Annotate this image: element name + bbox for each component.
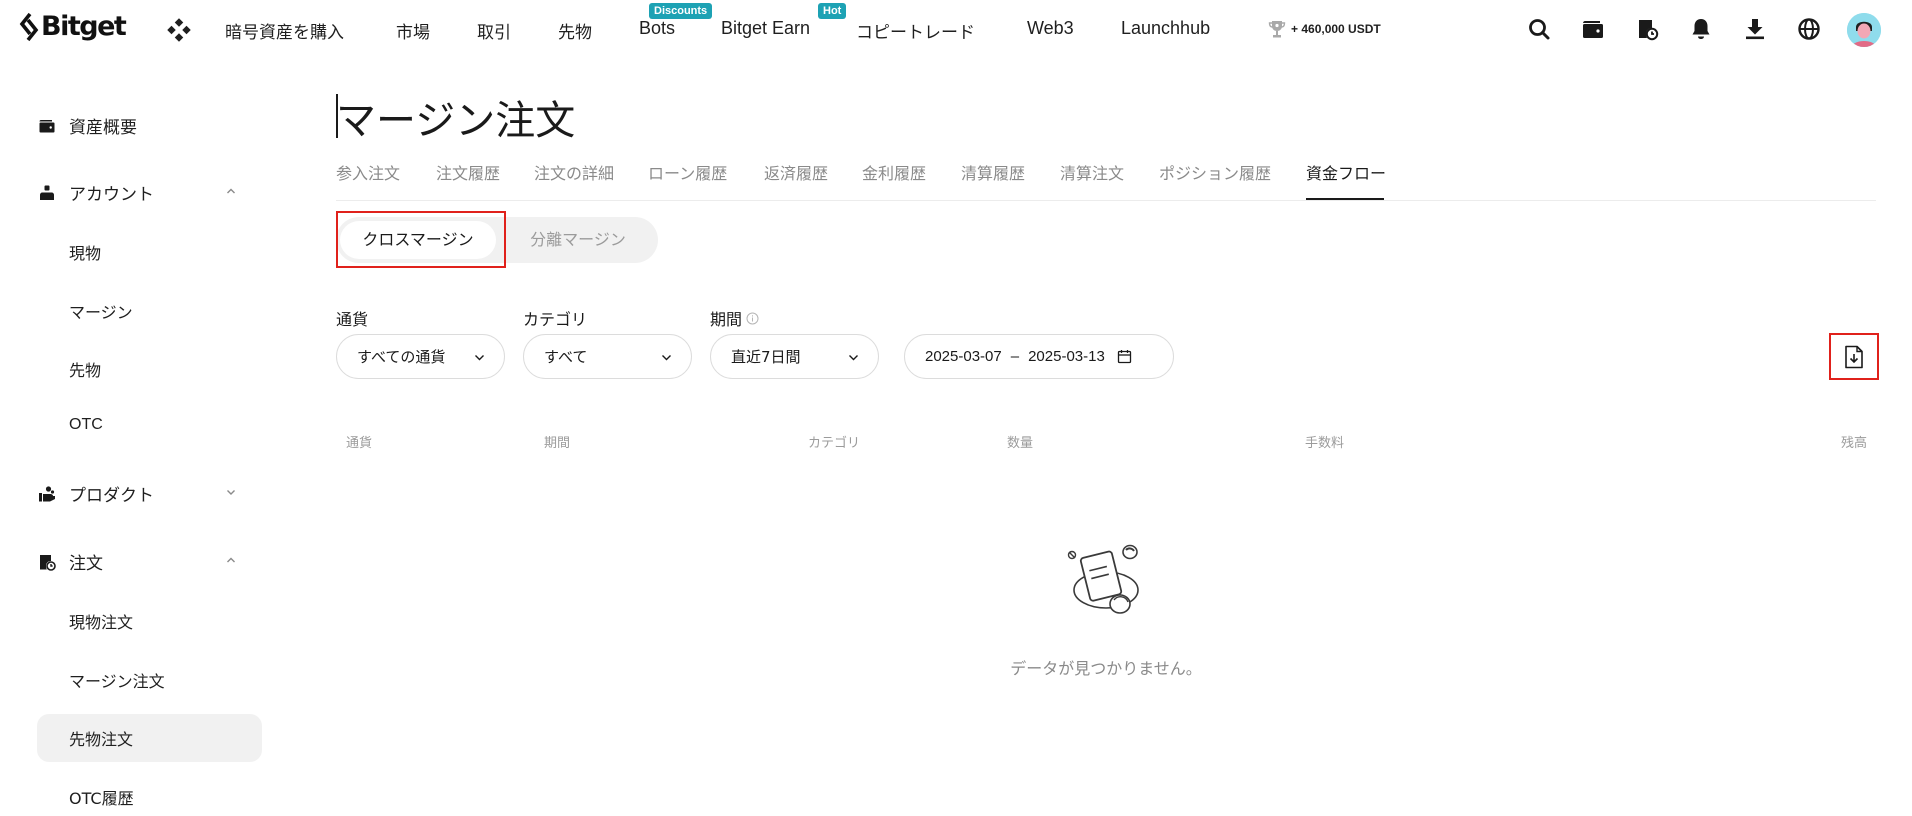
user-icon	[37, 183, 57, 203]
sidebar-item-otc-history[interactable]: OTC履歴	[69, 785, 134, 809]
search-icon[interactable]	[1526, 16, 1552, 42]
tab-liquidation-orders[interactable]: 清算注文	[1060, 160, 1124, 184]
sidebar-item-account[interactable]: アカウント	[37, 180, 154, 205]
category-select[interactable]: すべて	[523, 334, 692, 379]
chevron-down-icon[interactable]	[224, 485, 238, 499]
logo-text: Bitget	[41, 11, 127, 42]
nav-web3[interactable]: Web3	[1027, 18, 1074, 39]
sidebar-item-orders[interactable]: 注文	[37, 549, 103, 574]
chevron-up-icon[interactable]	[224, 553, 238, 567]
bitget-logo[interactable]: Bitget	[18, 11, 127, 42]
tab-liquidation-history[interactable]: 清算履歴	[961, 160, 1025, 184]
bitget-logo-icon	[19, 12, 39, 41]
date-start: 2025-03-07	[925, 348, 1002, 365]
sidebar-item-otc[interactable]: OTC	[69, 416, 103, 434]
margin-mode-switch: クロスマージン 分離マージン	[336, 217, 658, 263]
promo-banner[interactable]: + 460,000 USDT	[1268, 19, 1381, 39]
sidebar-item-label: 資産概要	[69, 118, 137, 138]
column-header-period: 期間	[544, 436, 571, 451]
sidebar-item-spot-orders[interactable]: 現物注文	[69, 609, 133, 633]
top-navbar: Bitget 暗号資産を購入 市場 取引 先物 Bots Discounts B…	[0, 0, 1912, 60]
tabs-divider	[336, 200, 1876, 201]
category-select-value: すべて	[544, 348, 588, 366]
date-end: 2025-03-13	[1028, 348, 1105, 365]
category-filter-label: カテゴリ	[523, 310, 588, 329]
info-icon[interactable]	[746, 312, 759, 325]
chevron-down-icon	[662, 355, 671, 361]
nav-copy-trade[interactable]: コピートレード	[856, 18, 975, 43]
download-icon[interactable]	[1742, 16, 1768, 42]
trophy-icon	[1268, 21, 1286, 38]
currency-filter-label: 通貨	[336, 310, 369, 329]
nav-bots-label: Bots	[639, 18, 676, 38]
column-header-fee: 手数料	[1305, 436, 1345, 451]
empty-state-text: データが見つかりません。	[1010, 659, 1202, 678]
sidebar-item-margin[interactable]: マージン	[69, 299, 133, 323]
period-select[interactable]: 直近7日間	[710, 334, 879, 379]
sidebar-item-label: アカウント	[69, 185, 154, 205]
chevron-down-icon	[475, 355, 484, 361]
column-header-balance: 残高	[1841, 436, 1868, 451]
column-header-currency: 通貨	[346, 436, 373, 451]
file-download-icon	[1845, 345, 1863, 368]
discounts-badge: Discounts	[649, 3, 713, 19]
promo-text: + 460,000 USDT	[1291, 22, 1381, 36]
tab-open-orders[interactable]: 参入注文	[336, 160, 400, 184]
currency-select-value: すべての通貨	[357, 348, 446, 366]
period-filter-label: 期間	[710, 306, 759, 330]
calendar-icon	[1117, 350, 1131, 364]
nav-bitget-earn[interactable]: Bitget Earn Hot	[721, 3, 847, 39]
sidebar-item-label: 注文	[69, 554, 103, 574]
column-header-category: カテゴリ	[808, 436, 861, 451]
nav-launchhub[interactable]: Launchhub	[1121, 18, 1210, 39]
period-label-text: 期間	[710, 310, 743, 329]
sidebar-item-futures-orders[interactable]: 先物注文	[69, 726, 133, 750]
sidebar-item-margin-orders[interactable]: マージン注文	[69, 668, 165, 692]
user-avatar-icon	[1847, 13, 1881, 47]
nav-buy-crypto[interactable]: 暗号資産を購入	[225, 18, 344, 43]
wallet-icon[interactable]	[1580, 16, 1606, 42]
sidebar-item-assets-overview[interactable]: 資産概要	[37, 113, 137, 138]
nav-bots[interactable]: Bots Discounts	[639, 3, 713, 39]
tab-repay-history[interactable]: 返済履歴	[764, 160, 828, 184]
date-range-picker[interactable]: 2025-03-07 – 2025-03-13	[904, 334, 1174, 379]
nav-markets[interactable]: 市場	[396, 18, 430, 43]
nav-futures[interactable]: 先物	[558, 18, 592, 43]
empty-state-icon	[1067, 544, 1139, 614]
tab-order-history[interactable]: 注文履歴	[436, 160, 500, 184]
cross-margin-button[interactable]: クロスマージン	[340, 221, 496, 259]
nav-trade[interactable]: 取引	[477, 18, 511, 43]
bell-icon[interactable]	[1688, 16, 1714, 42]
column-header-amount: 数量	[1007, 436, 1034, 451]
sidebar-item-label: プロダクト	[69, 486, 154, 506]
tab-loan-history[interactable]: ローン履歴	[648, 160, 727, 184]
hot-badge: Hot	[818, 3, 847, 19]
sidebar-item-products[interactable]: プロダクト	[37, 481, 154, 506]
tab-order-details[interactable]: 注文の詳細	[534, 160, 614, 184]
date-separator: –	[1010, 348, 1020, 365]
export-button[interactable]	[1829, 333, 1879, 380]
chevron-down-icon	[849, 355, 858, 361]
apps-grid-icon[interactable]	[167, 18, 191, 42]
orders-icon[interactable]	[1634, 16, 1660, 42]
tab-fund-flow[interactable]: 資金フロー	[1306, 160, 1386, 184]
chevron-up-icon[interactable]	[224, 184, 238, 198]
nav-earn-label: Bitget Earn	[721, 18, 811, 38]
tab-interest-history[interactable]: 金利履歴	[862, 160, 926, 184]
currency-select[interactable]: すべての通貨	[336, 334, 505, 379]
product-icon	[37, 484, 57, 504]
page-title: マージン注文	[336, 98, 576, 144]
sidebar-item-spot[interactable]: 現物	[69, 240, 101, 264]
period-select-value: 直近7日間	[731, 348, 801, 366]
sidebar-item-futures[interactable]: 先物	[69, 357, 101, 381]
isolated-margin-button[interactable]: 分離マージン	[502, 217, 654, 263]
tab-position-history[interactable]: ポジション履歴	[1159, 160, 1271, 184]
orders-icon	[37, 552, 57, 572]
wallet-icon	[37, 116, 57, 136]
sidebar: 資産概要 アカウント 現物 マージン 先物 OTC プロダクト 注文 現物注文 …	[0, 60, 262, 816]
globe-icon[interactable]	[1796, 16, 1822, 42]
avatar[interactable]	[1847, 13, 1881, 47]
